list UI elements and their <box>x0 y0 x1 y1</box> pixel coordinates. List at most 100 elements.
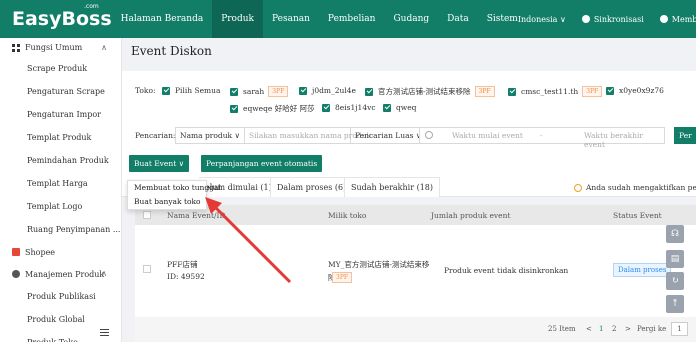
easyboss-logo[interactable]: EasyBoss .com <box>0 0 112 38</box>
sidebar-item-templat-logo[interactable]: Templat Logo <box>0 195 121 218</box>
checkbox-icon <box>383 103 391 112</box>
create-event-button[interactable]: Buat Event ∨ <box>129 155 190 172</box>
nav-produk[interactable]: Produk <box>212 0 263 38</box>
status-badge: Dalam proses <box>613 263 672 277</box>
search-field-select[interactable]: Nama produk ∨ <box>176 128 245 143</box>
tab-ended[interactable]: Sudah berakhir (18) <box>344 177 441 197</box>
nav-pesanan[interactable]: Pesanan <box>263 0 319 38</box>
nav-sistem[interactable]: Sistem <box>478 0 518 38</box>
create-event-dropdown: Membuat toko tunggal Buat banyak toko <box>127 180 221 210</box>
info-icon <box>574 184 582 192</box>
select-all-row-checkbox[interactable] <box>143 211 151 219</box>
table-header: Nama Event/ID Milik toko Jumlah produk e… <box>135 205 696 225</box>
sidebar-item-produk-global[interactable]: Produk Global <box>0 308 121 331</box>
search-input[interactable]: Silakan masukkan nama produk <box>245 128 371 143</box>
document-icon[interactable]: ▤ <box>666 250 684 268</box>
chevron-up-icon: ∧ <box>101 269 107 278</box>
store-checkbox[interactable]: 官方测试店铺-测试结束移除 3PF <box>365 86 495 97</box>
shopee-icon <box>12 248 20 256</box>
select-all-label: Pilih Semua <box>175 86 221 95</box>
checkbox-icon <box>322 103 330 112</box>
chevron-down-icon: ∨ <box>178 159 185 168</box>
top-navbar: EasyBoss .com Halaman Beranda Produk Pes… <box>0 0 696 38</box>
checkbox-icon <box>299 86 307 95</box>
notice-text: Anda sudah mengaktifkan perpar <box>586 183 696 192</box>
select-all-checkbox[interactable]: Pilih Semua <box>162 86 220 95</box>
nav-data[interactable]: Data <box>438 0 478 38</box>
sidebar-item-templat-produk[interactable]: Templat Produk <box>0 126 121 149</box>
help-label: Membantu <box>671 14 696 24</box>
sidebar-group-manajemen-produk[interactable]: Manajemen Produk ∧ <box>0 263 121 285</box>
sidebar-shopee-label: Shopee <box>25 247 56 257</box>
sidebar-item-scrape-produk[interactable]: Scrape Produk <box>0 57 121 80</box>
page-2[interactable]: 2 <box>612 325 616 333</box>
total-items: 25 Item <box>548 325 576 333</box>
next-page-button[interactable]: > <box>625 325 631 333</box>
store-name: j0dm_2ul4e <box>312 86 356 95</box>
logo-com: .com <box>84 3 99 10</box>
sidebar-item-pemindahan-produk[interactable]: Pemindahan Produk <box>0 149 121 172</box>
page-1[interactable]: 1 <box>599 325 603 333</box>
sidebar-group-label: Manajemen Produk <box>25 269 105 279</box>
store-tag: 3PF <box>268 86 289 97</box>
sync-label: Sinkronisasi <box>593 14 644 24</box>
sidebar-item-produk-publikasi[interactable]: Produk Publikasi <box>0 285 121 308</box>
sidebar-group-fungsi-umum[interactable]: Fungsi Umum ∧ <box>0 38 121 57</box>
goto-page-input[interactable]: 1 <box>671 322 688 336</box>
menu-icon[interactable] <box>100 329 109 336</box>
tab-in-progress[interactable]: Dalam proses (6) <box>270 177 354 197</box>
language-select[interactable]: Indonesia ∨ <box>518 15 574 24</box>
table-row[interactable]: PFF店铺 ID: 49592 MY_官方测试店铺-测试结束移 除3PF Pro… <box>135 225 696 317</box>
event-id: ID: 49592 <box>167 272 205 281</box>
sync-button[interactable]: Sinkronisasi <box>574 15 652 24</box>
refresh-icon[interactable]: ↻ <box>666 272 684 290</box>
store-checkbox[interactable]: 8eis1j14vc <box>322 103 376 112</box>
date-separator: - <box>540 131 543 140</box>
sidebar-item-ruang-penyimpanan[interactable]: Ruang Penyimpanan ... <box>0 218 121 241</box>
col-header-store: Milik toko <box>328 211 367 220</box>
prev-page-button[interactable]: < <box>586 325 592 333</box>
row-checkbox[interactable] <box>143 265 151 273</box>
logo-text: EasyBoss <box>12 8 112 30</box>
store-name: cmsc_test11.th <box>521 87 579 96</box>
extend-event-button[interactable]: Perpanjangan event otomatis <box>201 155 323 172</box>
store-checkbox[interactable]: eqweqe 好哈好 阿莎 <box>230 103 315 114</box>
sidebar-group-label: Fungsi Umum <box>25 43 83 52</box>
nav-beranda[interactable]: Halaman Beranda <box>112 0 213 38</box>
store-checkbox[interactable]: j0dm_2ul4e <box>299 86 356 95</box>
menu-item-multi-store[interactable]: Buat banyak toko <box>128 195 206 209</box>
sidebar-group-shopee[interactable]: Shopee <box>0 241 121 263</box>
event-name[interactable]: PFF店铺 <box>167 259 197 270</box>
store-checkbox[interactable]: x0ye0x9z76 <box>606 86 664 95</box>
store-tag: 3PF <box>332 272 353 283</box>
grid-icon <box>12 43 20 52</box>
headset-icon[interactable]: ☊ <box>666 225 684 243</box>
store-name: x0ye0x9z76 <box>619 86 664 95</box>
search-button[interactable]: Per <box>674 127 696 144</box>
search-label: Pencarian: <box>135 131 176 140</box>
store-checkbox[interactable]: sarah 3PF <box>230 86 289 97</box>
checkbox-icon <box>365 87 373 96</box>
sidebar-item-pengaturan-scrape[interactable]: Pengaturan Scrape <box>0 80 121 103</box>
back-to-top-icon[interactable]: ⤒ <box>666 295 684 313</box>
store-checkbox[interactable]: qweq <box>383 103 416 112</box>
gear-icon <box>12 270 20 278</box>
nav-pembelian[interactable]: Pembelian <box>319 0 385 38</box>
nav-gudang[interactable]: Gudang <box>384 0 438 38</box>
col-header-name: Nama Event/ID <box>167 211 226 220</box>
sidebar-item-pengaturan-impor[interactable]: Pengaturan Impor <box>0 103 121 126</box>
store-checkbox[interactable]: cmsc_test11.th 3PF <box>508 86 603 97</box>
store-name: sarah <box>243 87 265 96</box>
cloud-icon <box>581 15 590 23</box>
help-button[interactable]: Membantu <box>652 15 696 24</box>
date-range-picker[interactable]: Waktu mulai event - Waktu berakhir event <box>419 127 665 149</box>
sidebar-item-templat-harga[interactable]: Templat Harga <box>0 172 121 195</box>
date-start: Waktu mulai event <box>452 131 523 140</box>
store-name: eqweqe 好哈好 阿莎 <box>243 104 315 113</box>
menu-item-single-store[interactable]: Membuat toko tunggal <box>128 181 221 195</box>
checkbox-icon <box>162 86 170 95</box>
search-mode-select[interactable]: Pencarian Luas ∨ <box>351 128 425 143</box>
pagination: 25 Item < 1 2 > Pergi ke 1 <box>135 317 696 342</box>
search-group: Nama produk ∨ Silakan masukkan nama prod… <box>175 127 427 144</box>
clock-icon <box>425 131 433 139</box>
